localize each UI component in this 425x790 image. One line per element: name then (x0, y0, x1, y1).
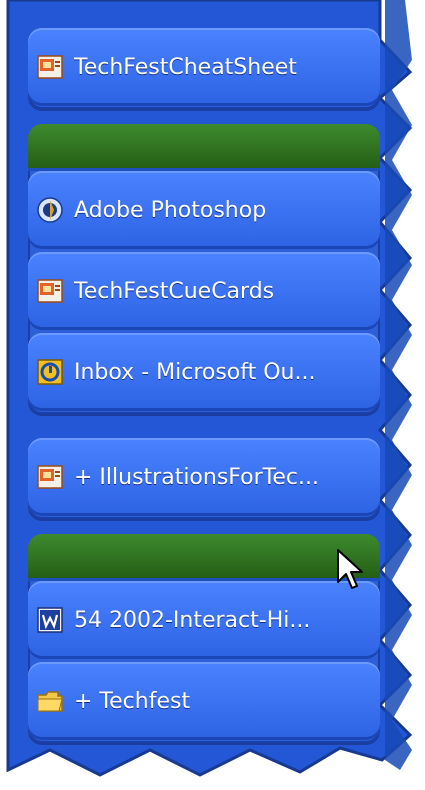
outlook-icon (36, 358, 64, 386)
group-header[interactable] (28, 534, 380, 581)
item-label: 54 2002-Interact-Hi... (74, 607, 311, 633)
taskbar-item-inbox-outlook[interactable]: Inbox - Microsoft Ou... (28, 333, 380, 411)
mouse-cursor-icon (337, 549, 363, 589)
item-label: + Techfest (74, 688, 191, 714)
item-label: Adobe Photoshop (74, 197, 267, 223)
group-header[interactable] (28, 124, 380, 171)
taskbar-item-techfest-cheatsheet[interactable]: TechFestCheatSheet (28, 28, 380, 106)
taskbar-item-techfest-cuecards[interactable]: TechFestCueCards (28, 252, 380, 330)
taskbar-item-illustrations[interactable]: + IllustrationsForTec... (28, 438, 380, 516)
photoshop-icon (36, 196, 64, 224)
taskbar-item-interact-doc[interactable]: 54 2002-Interact-Hi... (28, 581, 380, 659)
group-1: Adobe Photoshop TechFestCueCards Inbox -… (28, 124, 380, 414)
powerpoint-icon (36, 463, 64, 491)
item-label: Inbox - Microsoft Ou... (74, 359, 316, 385)
taskbar-item-adobe-photoshop[interactable]: Adobe Photoshop (28, 171, 380, 249)
folder-icon (36, 687, 64, 715)
group-2: 54 2002-Interact-Hi... + Techfest (28, 534, 380, 743)
taskbar-item-techfest-folder[interactable]: + Techfest (28, 662, 380, 740)
powerpoint-icon (36, 53, 64, 81)
item-label: TechFestCueCards (74, 278, 275, 304)
word-icon (36, 606, 64, 634)
group-illustrations: + IllustrationsForTec... (28, 438, 380, 519)
powerpoint-icon (36, 277, 64, 305)
taskbar-panel: TechFestCheatSheet Adobe Photoshop TechF… (0, 0, 425, 790)
item-label: + IllustrationsForTec... (74, 464, 319, 490)
group-cheatsheet: TechFestCheatSheet (28, 28, 380, 109)
item-label: TechFestCheatSheet (74, 54, 297, 80)
